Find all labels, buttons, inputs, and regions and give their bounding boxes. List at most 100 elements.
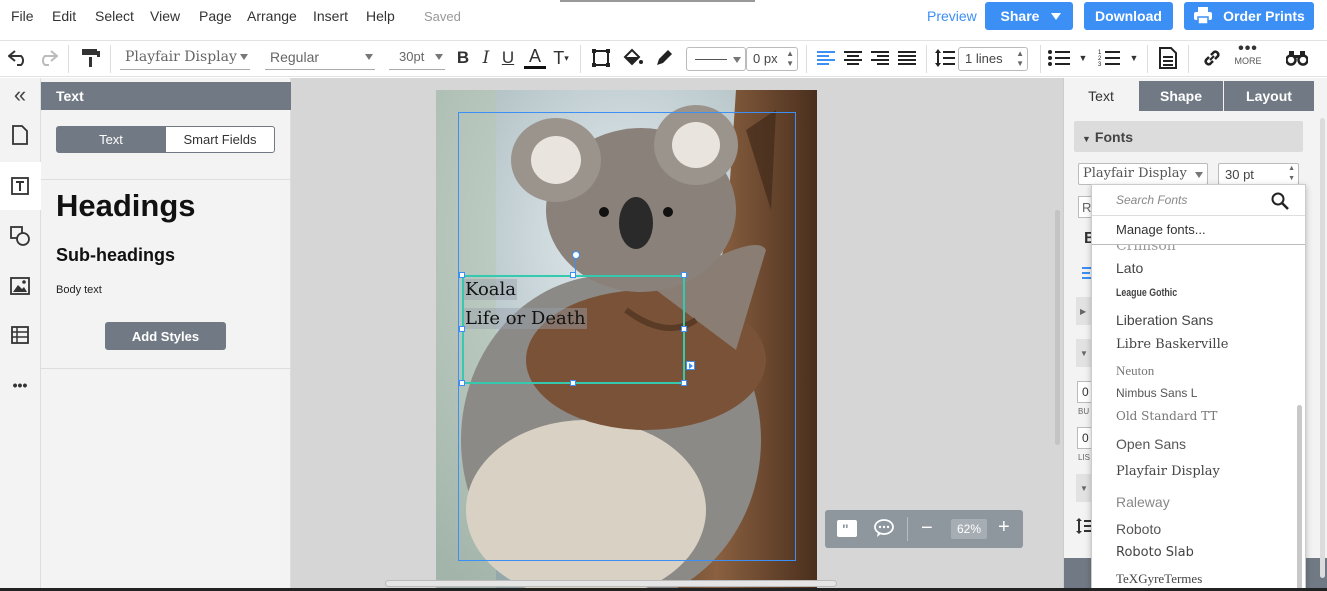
font-option[interactable]: League Gothic (1116, 287, 1177, 299)
font-option[interactable]: Lato (1116, 260, 1143, 276)
font-search-input[interactable]: Search Fonts (1116, 193, 1187, 207)
horizontal-scrollbar[interactable] (385, 580, 837, 587)
chevron-down-icon[interactable] (1051, 13, 1061, 20)
align-center-icon[interactable] (842, 47, 864, 69)
font-weight-select[interactable]: Regular (265, 46, 375, 70)
resize-handle-se[interactable] (681, 380, 687, 386)
tab-shape[interactable]: Shape (1139, 81, 1223, 111)
menu-edit[interactable]: Edit (52, 8, 76, 24)
font-option[interactable]: TeXGyreTermes (1116, 571, 1202, 587)
paint-bucket-icon[interactable] (622, 47, 644, 69)
menu-page[interactable]: Page (199, 8, 232, 24)
font-size-select[interactable]: 30pt (389, 46, 445, 70)
font-size-input[interactable]: 30 pt ▲ ▼ (1218, 163, 1299, 185)
font-option[interactable]: Neuton (1116, 363, 1154, 379)
menu-arrange[interactable]: Arrange (247, 8, 297, 24)
stepper-icon[interactable]: ▲ ▼ (1288, 164, 1295, 184)
overflow-arrow-icon[interactable] (686, 361, 695, 370)
fonts-section-header[interactable]: ▼ Fonts (1074, 121, 1303, 152)
format-painter-icon[interactable] (80, 47, 102, 69)
panel-scrollbar[interactable] (1320, 118, 1325, 578)
quote-icon[interactable]: " (837, 520, 857, 537)
page-icon[interactable] (9, 124, 31, 146)
italic-button[interactable]: I (475, 47, 497, 69)
bullet-list-icon[interactable] (1048, 47, 1070, 69)
align-justify-icon[interactable] (896, 47, 918, 69)
text-line-2[interactable]: Life or Death (464, 308, 587, 329)
zoom-level[interactable]: 62% (951, 519, 987, 539)
numbered-list-icon[interactable]: 123 (1098, 47, 1120, 69)
text-tool-icon[interactable] (9, 175, 31, 197)
manage-fonts-link[interactable]: Manage fonts... (1116, 222, 1206, 237)
canvas-area[interactable]: Koala Life or Death " − 62% + (291, 78, 1063, 591)
add-styles-button[interactable]: Add Styles (105, 322, 226, 350)
redo-icon[interactable] (37, 47, 59, 69)
menu-view[interactable]: View (150, 8, 180, 24)
font-list-scrollbar[interactable] (1297, 405, 1302, 590)
pen-icon[interactable] (653, 47, 675, 69)
bold-button[interactable]: B (452, 47, 474, 69)
zoom-in-icon[interactable]: + (998, 516, 1010, 538)
resize-handle-s[interactable] (570, 380, 576, 386)
stepper-icon[interactable]: ▲ ▼ (786, 49, 794, 69)
align-left-icon[interactable] (815, 47, 837, 69)
menu-select[interactable]: Select (95, 8, 134, 24)
download-button[interactable]: Download (1084, 2, 1173, 30)
font-option[interactable]: Raleway (1116, 494, 1170, 510)
caret-icon[interactable]: ▼ (1127, 47, 1141, 69)
selected-text-box[interactable]: Koala Life or Death (462, 275, 685, 384)
text-line-1[interactable]: Koala (464, 279, 518, 300)
line-spacing-icon[interactable] (934, 47, 956, 69)
tab-text[interactable]: Text (1064, 81, 1138, 111)
font-option[interactable]: Old Standard TT (1116, 409, 1217, 423)
font-option[interactable]: Roboto (1116, 521, 1161, 537)
resize-handle-n[interactable] (570, 272, 576, 278)
font-option[interactable]: Liberation Sans (1116, 312, 1213, 328)
font-option[interactable]: Nimbus Sans L (1116, 386, 1197, 400)
menu-help[interactable]: Help (366, 8, 395, 24)
border-width-input[interactable]: 0 px ▲ ▼ (746, 47, 798, 71)
menu-insert[interactable]: Insert (313, 8, 348, 24)
comment-icon[interactable] (874, 519, 894, 538)
font-family-select[interactable]: Playfair Display (120, 46, 250, 70)
binoculars-icon[interactable] (1286, 47, 1308, 69)
tab-smart-fields[interactable]: Smart Fields (165, 126, 275, 153)
rotate-handle[interactable] (572, 251, 580, 259)
style-subheading[interactable]: Sub-headings (56, 245, 175, 266)
tab-layout[interactable]: Layout (1224, 81, 1314, 111)
underline-button[interactable]: U (497, 47, 519, 69)
tab-text[interactable]: Text (56, 126, 166, 153)
font-option[interactable]: Libre Baskerville (1116, 337, 1228, 352)
resize-handle-e[interactable] (681, 326, 687, 332)
font-option[interactable]: Open Sans (1116, 436, 1186, 452)
text-color-button[interactable]: A (524, 46, 546, 69)
preview-link[interactable]: Preview (927, 8, 977, 24)
image-icon[interactable] (9, 275, 31, 297)
font-option-partial[interactable]: Crimson (1116, 245, 1176, 254)
search-icon[interactable] (1271, 192, 1289, 210)
align-right-icon[interactable] (869, 47, 891, 69)
font-family-select[interactable]: Playfair Display (1078, 163, 1208, 185)
style-body[interactable]: Body text (56, 284, 102, 296)
more-button[interactable]: ••• MORE (1235, 41, 1262, 67)
resize-handle-sw[interactable] (459, 380, 465, 386)
text-size-button[interactable]: T ▾ (550, 47, 572, 69)
shapes-icon[interactable] (9, 225, 31, 247)
font-option[interactable]: Roboto Slab (1116, 545, 1194, 560)
font-option-selected[interactable]: Playfair Display (1116, 464, 1220, 479)
manage-fonts-row[interactable]: Manage fonts... (1092, 216, 1305, 245)
vertical-scrollbar[interactable] (1055, 210, 1060, 445)
style-heading[interactable]: Headings (56, 188, 196, 224)
more-tools-icon[interactable]: ••• (9, 374, 31, 396)
undo-icon[interactable] (7, 47, 29, 69)
menu-file[interactable]: File (11, 8, 34, 24)
line-style-select[interactable] (686, 47, 746, 71)
resize-handle-w[interactable] (459, 326, 465, 332)
line-spacing-input[interactable]: 1 lines ▲ ▼ (958, 47, 1028, 71)
share-button[interactable]: Share (985, 2, 1073, 30)
stepper-icon[interactable]: ▲ ▼ (1016, 49, 1024, 69)
table-icon[interactable] (9, 324, 31, 346)
zoom-out-icon[interactable]: − (921, 517, 933, 539)
page-icon[interactable] (1157, 47, 1179, 69)
collapse-icon[interactable]: « (9, 82, 31, 107)
